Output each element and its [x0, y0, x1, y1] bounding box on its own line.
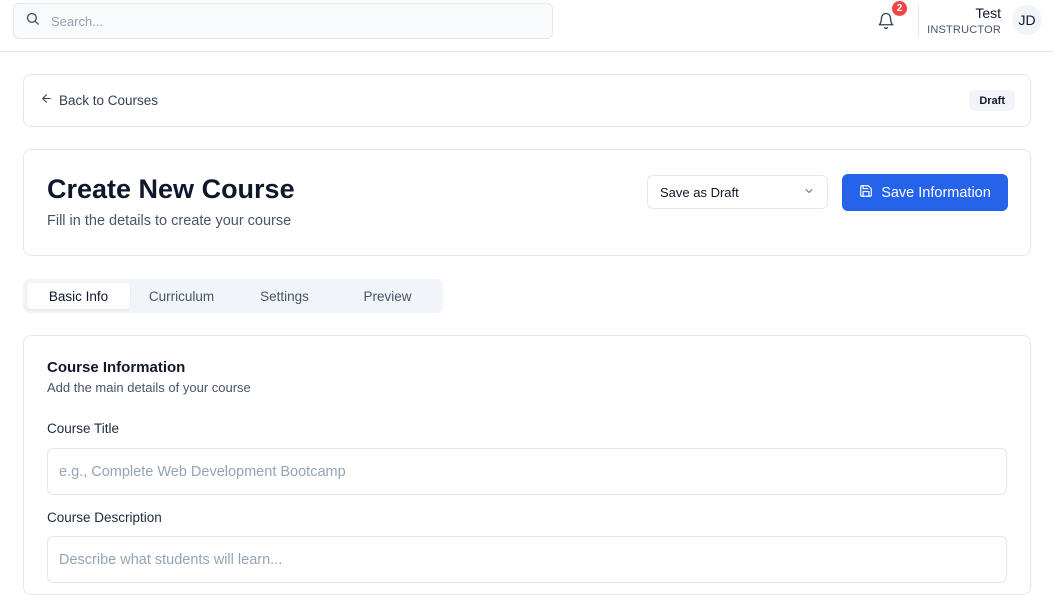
user-role: INSTRUCTOR [927, 24, 1001, 36]
save-icon [859, 184, 881, 202]
section-subtitle: Add the main details of your course [47, 380, 251, 395]
top-bar: 2 Test INSTRUCTOR JD [0, 0, 1053, 52]
search-input[interactable] [51, 13, 531, 29]
tab-curriculum[interactable]: Curriculum [130, 283, 233, 309]
user-name: Test [975, 5, 1001, 21]
course-title-input[interactable] [47, 448, 1007, 495]
status-select[interactable]: Save as Draft [647, 175, 828, 209]
section-title: Course Information [47, 359, 186, 376]
header-divider [918, 4, 919, 38]
page-title: Create New Course [47, 174, 295, 204]
search-icon [25, 11, 40, 31]
course-description-label: Course Description [47, 510, 162, 525]
notification-bell-icon[interactable] [876, 11, 896, 31]
back-label: Back to Courses [59, 92, 159, 108]
avatar[interactable]: JD [1012, 5, 1042, 35]
course-title-label: Course Title [47, 421, 120, 436]
notification-count-badge: 2 [892, 1, 907, 16]
page-subtitle: Fill in the details to create your cours… [47, 213, 292, 229]
back-to-courses-link[interactable]: Back to Courses [40, 92, 158, 108]
save-information-button[interactable]: Save Information [842, 174, 1008, 211]
course-tabs: Basic Info Curriculum Settings Preview [23, 279, 443, 313]
tab-basic-info[interactable]: Basic Info [27, 283, 130, 309]
tab-preview[interactable]: Preview [336, 283, 439, 309]
search-box[interactable] [13, 3, 553, 39]
status-select-value: Save as Draft [660, 184, 739, 200]
arrow-left-icon [40, 92, 59, 108]
course-description-input[interactable] [47, 536, 1007, 583]
page-header-card: Create New Course Fill in the details to… [23, 149, 1031, 256]
save-button-label: Save Information [881, 184, 991, 201]
course-information-card: Course Information Add the main details … [23, 335, 1031, 595]
chevron-down-icon [803, 185, 815, 200]
back-bar-card: Back to Courses Draft [23, 74, 1031, 127]
tab-settings[interactable]: Settings [233, 283, 336, 309]
status-badge: Draft [969, 90, 1015, 111]
